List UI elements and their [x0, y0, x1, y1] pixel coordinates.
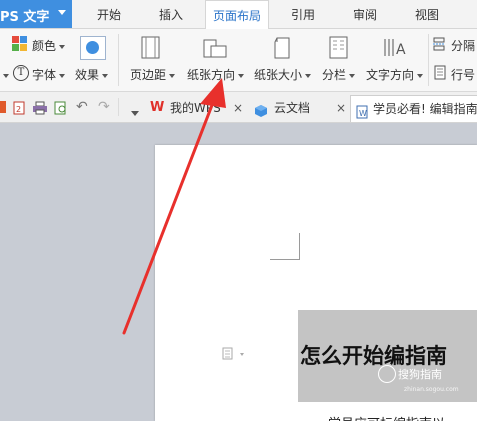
annotation-arrow — [122, 78, 226, 335]
